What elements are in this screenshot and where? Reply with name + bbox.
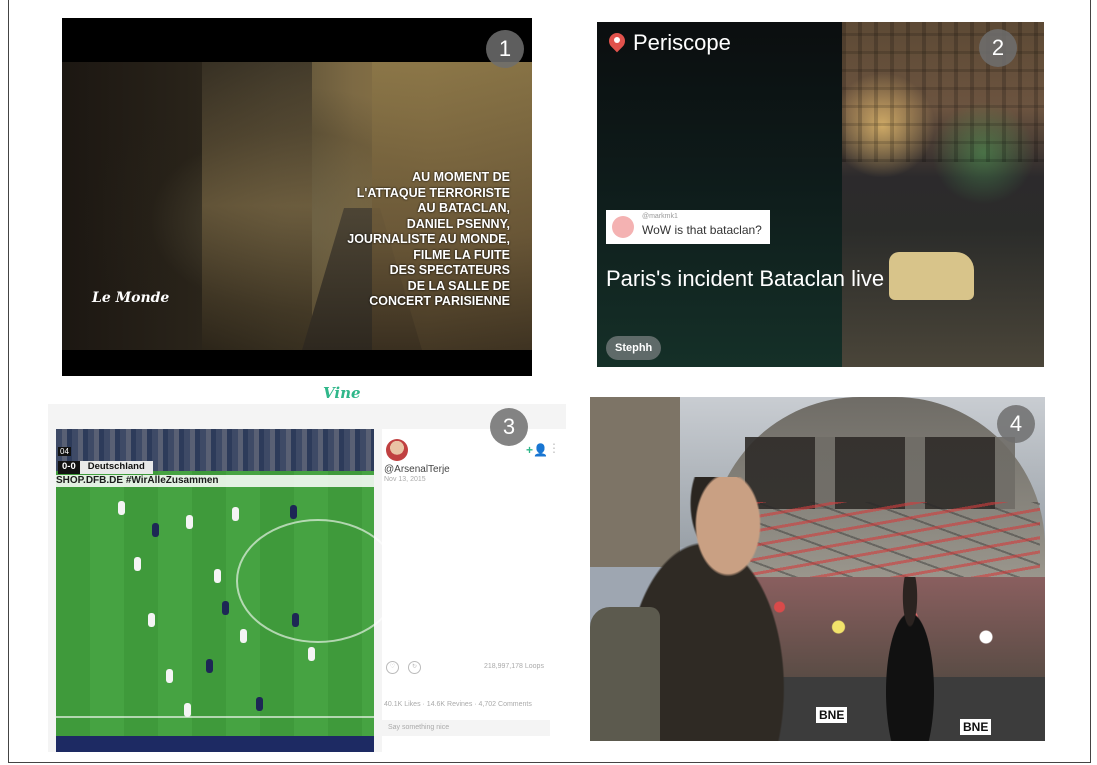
panel-le-monde-video: AU MOMENT DE L'ATTAQUE TERRORISTE AU BAT… bbox=[62, 18, 532, 376]
pitch-line bbox=[56, 716, 374, 718]
comment-username: @markmk1 bbox=[642, 213, 678, 220]
caption-line: CONCERT PARISIENNE bbox=[369, 294, 510, 308]
score-value: 0-0 bbox=[58, 461, 80, 474]
center-circle bbox=[236, 519, 400, 643]
le-monde-logo: Le Monde bbox=[92, 290, 170, 306]
advertising-banner: SHOP.DFB.DE #WirAlleZusammen bbox=[56, 475, 374, 487]
player bbox=[148, 613, 155, 627]
player bbox=[118, 501, 125, 515]
player bbox=[214, 569, 221, 583]
scoreboard: 0-0 Deutschland bbox=[58, 461, 153, 474]
player bbox=[134, 557, 141, 571]
player bbox=[206, 659, 213, 673]
user-avatar[interactable] bbox=[386, 439, 408, 461]
player bbox=[308, 647, 315, 661]
comment-text: WoW is that bataclan? bbox=[642, 223, 762, 237]
match-clock-badge: 04 bbox=[58, 447, 71, 456]
panel-periscope-stream: Periscope @markmk1 WoW is that bataclan?… bbox=[597, 22, 1044, 367]
yellow-car bbox=[889, 252, 974, 300]
stream-dark-background bbox=[597, 22, 842, 367]
panel-memorial-photo: BNE BNE bbox=[590, 397, 1045, 741]
panel-number-badge: 2 bbox=[979, 29, 1017, 67]
revine-icon[interactable]: ↻ bbox=[408, 661, 421, 674]
caption-line: AU BATACLAN, bbox=[417, 201, 510, 215]
video-caption-overlay: AU MOMENT DE L'ATTAQUE TERRORISTE AU BAT… bbox=[310, 170, 510, 310]
periscope-logo: Periscope bbox=[609, 30, 731, 56]
commenter-avatar bbox=[612, 216, 634, 238]
player bbox=[240, 629, 247, 643]
like-icon[interactable]: ♡ bbox=[386, 661, 399, 674]
periscope-app-name: Periscope bbox=[633, 30, 731, 55]
caption-line: DES SPECTATEURS bbox=[389, 263, 510, 277]
vine-post-sidebar: @ArsenalTerje Nov 13, 2015 +👤 ⋮ ♡ ↻ 218,… bbox=[382, 429, 566, 752]
player bbox=[186, 515, 193, 529]
vine-logo: Vine bbox=[323, 384, 361, 402]
football-pitch bbox=[56, 471, 400, 746]
caption-line: AU MOMENT DE bbox=[412, 170, 510, 184]
player bbox=[290, 505, 297, 519]
player bbox=[152, 523, 159, 537]
caption-line: FILME LA FUITE bbox=[413, 247, 510, 262]
player bbox=[222, 601, 229, 615]
backpack bbox=[590, 607, 660, 741]
user-handle[interactable]: @ArsenalTerje bbox=[384, 464, 450, 475]
chat-comment: @markmk1 WoW is that bataclan? bbox=[606, 210, 770, 244]
periscope-pin-icon bbox=[609, 33, 625, 53]
stream-title: Paris's incident Bataclan live bbox=[606, 266, 885, 291]
panel-vine-post: 04 0-0 Deutschland SHOP.DFB.DE #WirAlleZ… bbox=[48, 404, 566, 752]
follow-user-icon[interactable]: +👤 bbox=[526, 443, 548, 457]
building-wall-left bbox=[202, 62, 312, 350]
woman-photographing bbox=[875, 577, 945, 741]
caption-line: L'ATTAQUE TERRORISTE bbox=[356, 185, 510, 200]
engagement-stats: 40.1K Likes · 14.6K Revines · 4,702 Comm… bbox=[384, 701, 532, 708]
panel-number-badge: 3 bbox=[490, 408, 528, 446]
team-name: Deutschland bbox=[79, 461, 153, 474]
player bbox=[166, 669, 173, 683]
bne-sign: BNE bbox=[960, 719, 992, 735]
caption-line: DANIEL PSENNY, bbox=[406, 216, 510, 231]
broadcaster-tag[interactable]: Stephh bbox=[606, 336, 662, 360]
comment-input[interactable]: Say something nice bbox=[382, 720, 550, 736]
player bbox=[256, 697, 263, 711]
caption-line: JOURNALISTE AU MONDE, bbox=[347, 232, 510, 246]
more-options-icon[interactable]: ⋮ bbox=[548, 441, 560, 455]
loop-count: 218,997,178 Loops bbox=[484, 663, 544, 670]
player bbox=[184, 703, 191, 717]
football-video[interactable]: 04 0-0 Deutschland SHOP.DFB.DE #WirAlleZ… bbox=[56, 429, 400, 752]
player bbox=[232, 507, 239, 521]
caption-line: DE LA SALLE DE bbox=[407, 278, 510, 293]
player bbox=[292, 613, 299, 627]
post-date: Nov 13, 2015 bbox=[384, 476, 426, 483]
bne-sign: BNE bbox=[816, 707, 848, 723]
panel-number-badge: 1 bbox=[486, 30, 524, 68]
video-bottom-bar bbox=[56, 736, 374, 752]
panel-number-badge: 4 bbox=[997, 405, 1035, 443]
